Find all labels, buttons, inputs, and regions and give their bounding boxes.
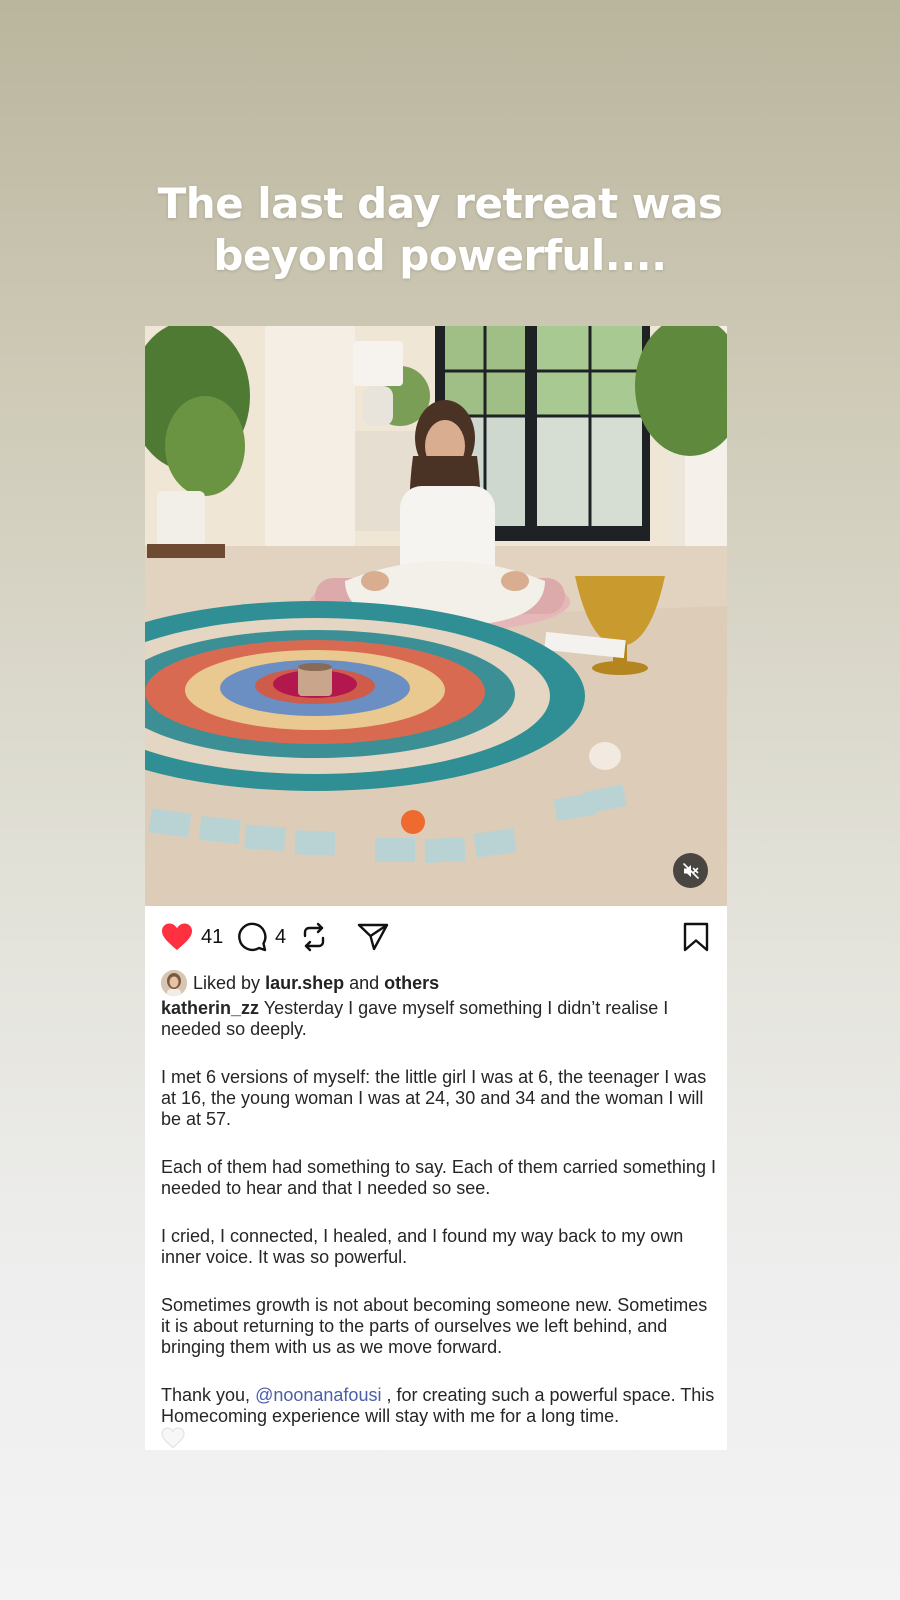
- like-group: 41: [161, 922, 223, 952]
- post-card: 41 4 Liked by laur.shep and others kathe…: [145, 326, 727, 1450]
- liked-by-and: and: [349, 972, 380, 993]
- caption-thanks: Thank you,: [161, 1385, 251, 1405]
- save-group: [683, 922, 709, 952]
- liked-by-others-link[interactable]: others: [384, 973, 439, 994]
- story-caption-line-1: The last day retreat was: [157, 179, 723, 228]
- caption-paragraph-5: Sometimes growth is not about becoming s…: [161, 1295, 708, 1357]
- repost-group: [300, 922, 328, 952]
- like-count: 41: [201, 925, 224, 948]
- speaker-muted-icon: [682, 862, 699, 879]
- caption-paragraph-3: Each of them had something to say. Each …: [161, 1157, 716, 1198]
- caption-paragraph-4: I cried, I connected, I healed, and I fo…: [161, 1226, 684, 1267]
- author-username[interactable]: katherin_zz: [161, 998, 259, 1018]
- caption-paragraph-1: katherin_zz Yesterday I gave myself some…: [161, 998, 717, 1040]
- comment-group: 4: [237, 922, 286, 952]
- liker-avatar[interactable]: [161, 970, 187, 996]
- heart-icon[interactable]: [161, 922, 193, 952]
- send-icon[interactable]: [357, 922, 389, 952]
- story-caption: The last day retreat was beyond powerful…: [0, 178, 880, 282]
- caption-paragraph-6: Thank you, @noonanafousi , for creating …: [161, 1385, 717, 1450]
- post-actions: 41 4: [145, 906, 727, 970]
- story-caption-line-2: beyond powerful....: [213, 231, 667, 280]
- comment-icon[interactable]: [237, 922, 267, 952]
- comment-count: 4: [275, 925, 287, 948]
- liked-by-prefix: Liked by: [193, 972, 261, 993]
- white-heart-icon: [161, 1427, 185, 1450]
- mute-button[interactable]: [673, 853, 708, 888]
- mention-link[interactable]: @noonanafousi: [255, 1385, 381, 1405]
- avatar-photo: [161, 970, 187, 996]
- share-group: [357, 922, 389, 952]
- caption-paragraph-2: I met 6 versions of myself: the little g…: [161, 1067, 707, 1129]
- liked-by-user-link[interactable]: laur.shep: [265, 973, 344, 994]
- bookmark-icon[interactable]: [683, 922, 709, 952]
- meditation-photo: [145, 326, 727, 906]
- liked-by-row: Liked by laur.shep and others: [161, 970, 439, 996]
- post-photo[interactable]: [145, 326, 727, 906]
- repost-icon[interactable]: [300, 922, 328, 952]
- post-caption: katherin_zz Yesterday I gave myself some…: [161, 998, 717, 1450]
